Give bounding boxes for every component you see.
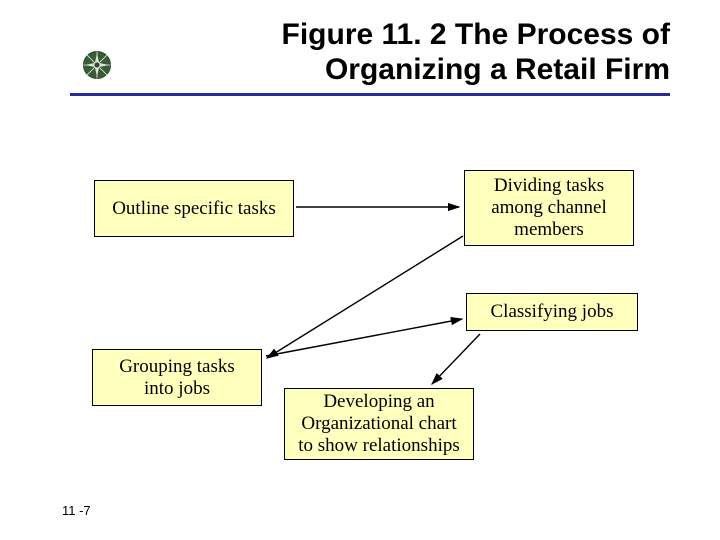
title-line-2: Organizing a Retail Firm xyxy=(325,53,670,86)
box-label: Outline specific tasks xyxy=(112,198,276,220)
box-dividing-tasks: Dividing tasks among channel members xyxy=(464,170,634,246)
slide-title: Figure 11. 2 The Process of Organizing a… xyxy=(70,0,670,96)
box-label: Developing an Organizational chart to sh… xyxy=(295,391,463,457)
box-grouping-tasks: Grouping tasks into jobs xyxy=(92,349,262,406)
box-classifying-jobs: Classifying jobs xyxy=(466,293,638,331)
slide: Figure 11. 2 The Process of Organizing a… xyxy=(0,0,720,540)
title-line-1: Figure 11. 2 The Process of xyxy=(282,18,670,51)
box-outline-tasks: Outline specific tasks xyxy=(94,180,294,237)
box-label: Grouping tasks into jobs xyxy=(103,356,251,400)
page-number: 11 -7 xyxy=(62,503,91,518)
box-developing-chart: Developing an Organizational chart to sh… xyxy=(284,388,474,460)
box-label: Dividing tasks among channel members xyxy=(475,175,623,241)
box-label: Classifying jobs xyxy=(491,301,614,323)
compass-icon xyxy=(80,48,114,82)
